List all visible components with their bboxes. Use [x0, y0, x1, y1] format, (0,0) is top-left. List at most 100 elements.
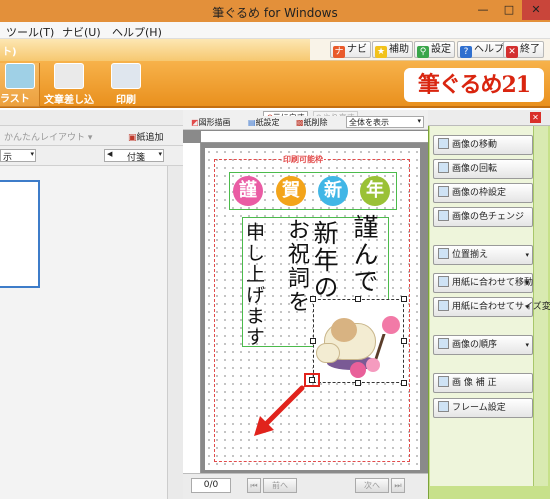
sheep-head-icon [331, 318, 357, 342]
message-line-1: 謹んで [350, 214, 379, 295]
image-correct-label: 画 像 補 正 [452, 378, 497, 388]
zoom-select[interactable]: 全体を表示 ▾ [346, 116, 424, 128]
fit-resize-button[interactable]: 用紙に合わせてサイズ変更 ▾ [433, 297, 550, 317]
plum-flower-icon [366, 358, 380, 372]
illust-tab[interactable]: ラスト [0, 63, 40, 107]
frame-settings-button[interactable]: フレーム設定 [433, 398, 533, 418]
greeting-char-ga: 賀 [276, 176, 306, 206]
align-icon [438, 248, 449, 259]
fit-resize-icon [438, 300, 449, 311]
resize-handle-top-right[interactable] [401, 296, 407, 302]
top-toolbar: ト) ナナビ ★ 補助 ⚲ 設定 ? ヘルプ ✕ 終了 [0, 39, 550, 61]
settings-button[interactable]: ⚲ 設定 [414, 41, 455, 58]
help-button[interactable]: ? ヘルプ [457, 41, 508, 58]
shape-icon: ◩ [191, 118, 199, 127]
left-panel-toolbar: かんたんレイアウト ▾ ▣紙追加 [0, 126, 183, 146]
chevron-down-icon: ▾ [158, 150, 162, 158]
resize-handle-right[interactable] [401, 338, 407, 344]
image-move-button[interactable]: 画像の移動 [433, 135, 533, 155]
minimize-button[interactable]: — [470, 0, 496, 20]
fit-move-label: 用紙に合わせて移動 [452, 278, 534, 288]
image-color-change-button[interactable]: 画像の色チェンジ [433, 207, 533, 227]
ruler-horizontal [201, 131, 428, 143]
left-scrollbar[interactable] [167, 166, 183, 499]
image-correct-button[interactable]: 画 像 補 正 [433, 373, 533, 393]
print-tab[interactable]: 印刷 [100, 63, 152, 107]
resize-handle-left[interactable] [310, 338, 316, 344]
card-thumbnail[interactable] [0, 180, 40, 288]
text-insert-icon [54, 63, 84, 89]
message-line-4: 申し上げます [243, 222, 265, 348]
hojo-button-label: 補助 [389, 44, 409, 55]
magnifier-icon: ⚲ [417, 46, 429, 58]
printer-icon [111, 63, 141, 89]
last-page-button[interactable]: ⏭ [391, 478, 405, 493]
mode-tab-label: ト) [2, 47, 17, 58]
chevron-down-icon: ▾ [30, 150, 34, 158]
image-color-change-label: 画像の色チェンジ [452, 212, 525, 222]
image-frame-settings-icon [438, 186, 449, 197]
image-frame-settings-button[interactable]: 画像の枠設定 [433, 183, 533, 203]
image-move-icon [438, 138, 449, 149]
navi-button[interactable]: ナナビ [330, 41, 371, 58]
close-panel-button[interactable]: ✕ [530, 112, 541, 123]
paper-delete-icon: ▩ [296, 118, 304, 127]
add-paper-icon: ▣ [128, 133, 137, 143]
attach-select[interactable]: ◀ 付箋 ▾ [104, 149, 164, 163]
text-insert-tab[interactable]: 文章差し込み [40, 63, 98, 121]
image-order-icon [438, 338, 449, 349]
chevron-down-icon: ▾ [417, 117, 421, 125]
message-line-3: お祝詞を [284, 218, 309, 314]
greeting-char-kin: 謹 [233, 176, 263, 206]
resize-handle-top-left[interactable] [310, 296, 316, 302]
hojo-button[interactable]: ★ 補助 [372, 41, 413, 58]
menu-help[interactable]: ヘルプ(H) [112, 24, 162, 40]
printable-area-label: 印刷可能枠 [282, 154, 324, 165]
paper-settings-button[interactable]: ▤紙設定 [248, 117, 280, 128]
resize-handle-bottom-right[interactable] [401, 380, 407, 386]
message-line-2: 新年の [310, 220, 339, 301]
image-order-button[interactable]: 画像の順序 ▾ [433, 335, 533, 355]
menu-tools[interactable]: ツール(T) [6, 24, 54, 40]
menu-navi[interactable]: ナビ(U) [62, 24, 101, 40]
add-paper-button[interactable]: ▣紙追加 [128, 130, 164, 143]
maximize-button[interactable]: □ [496, 0, 522, 20]
first-page-button[interactable]: ⏮ [247, 478, 261, 493]
paper-settings-label: 紙設定 [255, 118, 280, 127]
left-panel: かんたんレイアウト ▾ ▣紙追加 示 ▾ ◀ 付箋 ▾ [0, 110, 183, 499]
paper-delete-button[interactable]: ▩紙削除 [296, 117, 328, 128]
canvas-tools-row: ◩図形描画 ▤紙設定 ▩紙削除 全体を表示 ▾ [183, 116, 428, 130]
exit-button-label: 終了 [520, 44, 540, 55]
display-select[interactable]: 示 ▾ [0, 149, 36, 163]
close-window-button[interactable]: ✕ [522, 0, 550, 20]
mode-tab-strip[interactable]: ト) [0, 39, 310, 61]
align-button[interactable]: 位置揃え ▾ [433, 245, 533, 265]
plum-flower-icon [350, 362, 366, 378]
ribbon: ラスト 文章差し込み 印刷 筆ぐるめ21 [0, 61, 550, 121]
resize-handle-top[interactable] [355, 296, 361, 302]
easy-layout-label: かんたんレイアウト [4, 133, 86, 143]
image-rotate-button[interactable]: 画像の回転 [433, 159, 533, 179]
shape-draw-label: 図形描画 [198, 118, 231, 127]
frame-settings-icon [438, 401, 449, 412]
next-page-button[interactable]: 次へ [355, 478, 389, 493]
image-frame-settings-label: 画像の枠設定 [452, 188, 507, 198]
paper-settings-icon: ▤ [248, 118, 256, 127]
title-bar: 筆ぐるめ for Windows — □ ✕ [0, 0, 550, 22]
print-tab-label: 印刷 [116, 95, 136, 106]
image-move-label: 画像の移動 [452, 140, 498, 150]
greeting-char-nen: 年 [360, 176, 390, 206]
easy-layout-button[interactable]: かんたんレイアウト ▾ [4, 130, 92, 143]
exit-button[interactable]: ✕ 終了 [503, 41, 544, 58]
ruler-vertical [183, 143, 201, 473]
chevron-down-icon: ▾ [525, 303, 529, 311]
navi-button-label: ナビ [347, 44, 367, 55]
shape-draw-button[interactable]: ◩図形描画 [191, 117, 231, 128]
zoom-select-value: 全体を表示 [349, 118, 389, 127]
prev-page-button[interactable]: 前へ [263, 478, 297, 493]
prev-page-label: 前へ [272, 481, 288, 490]
page-count: 0/0 [191, 478, 231, 493]
fit-move-button[interactable]: 用紙に合わせて移動 ▾ [433, 273, 533, 293]
help-button-label: ヘルプ [474, 44, 504, 55]
resize-handle-bottom[interactable] [355, 380, 361, 386]
